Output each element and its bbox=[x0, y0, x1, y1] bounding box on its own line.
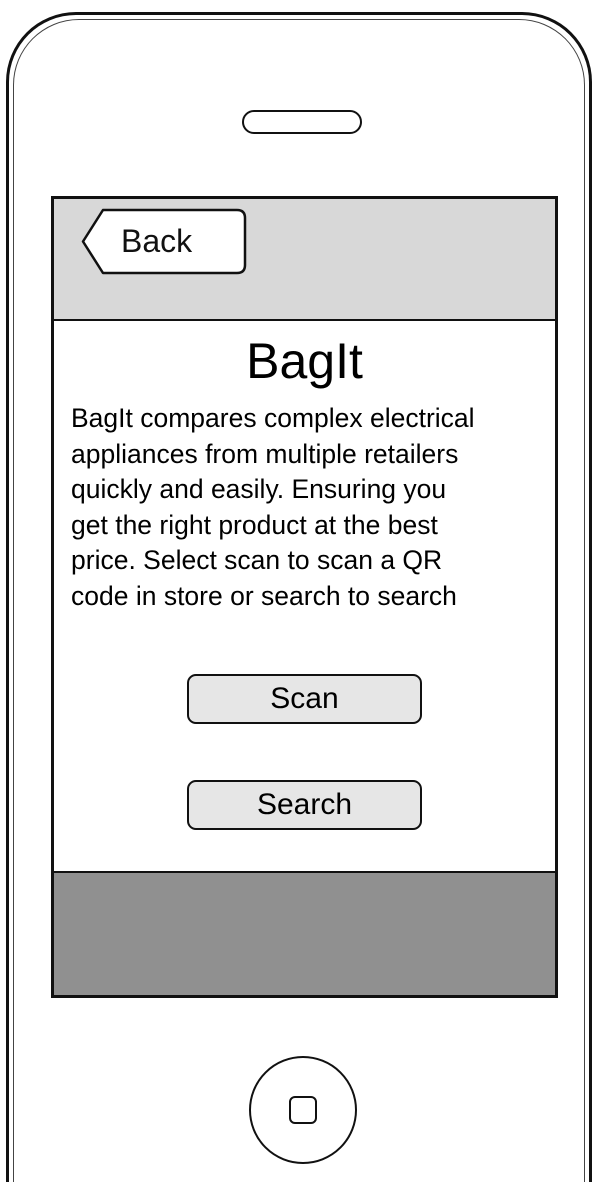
search-button[interactable]: Search bbox=[187, 780, 422, 830]
back-button-label: Back bbox=[121, 223, 193, 259]
home-square-icon bbox=[289, 1096, 317, 1124]
speaker-icon bbox=[242, 110, 362, 134]
back-button[interactable]: Back bbox=[81, 208, 247, 275]
phone-screen: Back BagIt BagIt compares complex electr… bbox=[51, 196, 558, 998]
main-content: BagIt BagIt compares complex electrical … bbox=[54, 321, 555, 871]
page-title: BagIt bbox=[246, 333, 363, 389]
scan-button[interactable]: Scan bbox=[187, 674, 422, 724]
app-description: BagIt compares complex electrical applia… bbox=[71, 403, 475, 611]
navigation-bar: Back bbox=[54, 199, 555, 321]
bottom-tab-bar bbox=[54, 871, 555, 995]
home-button[interactable] bbox=[249, 1056, 357, 1164]
